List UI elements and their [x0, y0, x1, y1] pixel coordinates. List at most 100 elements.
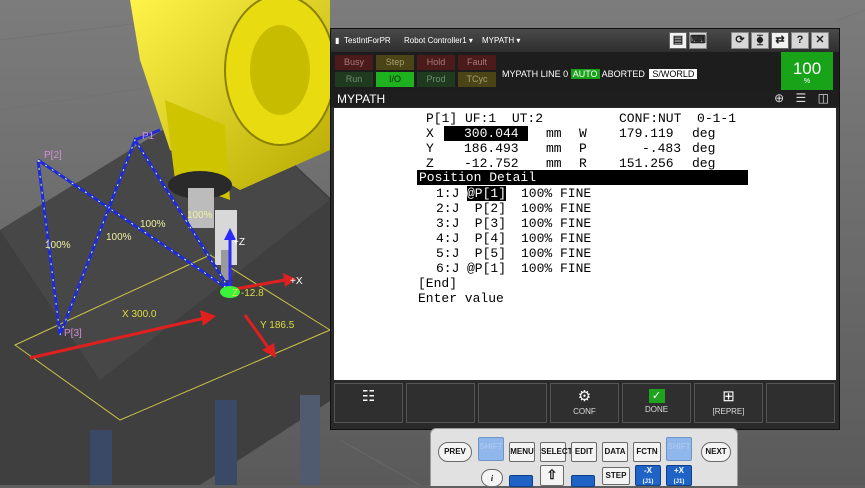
switch-icon[interactable]: ⇄ — [771, 32, 789, 49]
z-readout: Z -12.8 — [232, 288, 264, 299]
f-extra-key[interactable] — [766, 383, 835, 423]
title-bar: ▮ TestIntForPR Robot Controller1 ▾ MYPAT… — [331, 29, 839, 52]
select-key[interactable]: SELECT — [540, 442, 573, 462]
x-axis-label: +X — [290, 276, 303, 287]
prev-key[interactable]: PREV — [438, 442, 472, 462]
close-icon[interactable]: ✕ — [811, 32, 829, 49]
position-header: P[1] UF:1 UT:2 — [426, 111, 544, 126]
tp-icon: ▮ — [335, 36, 340, 45]
screen-options-icons[interactable]: ⊕ ☰ ◫ — [774, 91, 833, 105]
fctn-key[interactable]: FCTN — [633, 442, 661, 462]
end-marker: [End] — [418, 276, 458, 291]
value-field-x[interactable]: 300.044 — [444, 126, 528, 141]
screen-header: MYPATH ⊕ ☰ ◫ — [331, 90, 839, 107]
line-point: P[5] — [467, 246, 507, 261]
edit-screen: P[1] UF:1 UT:2 CONF:NUT 0-1-1 X 300.044 … — [334, 108, 836, 380]
gear-icon: ⚙ — [577, 388, 592, 405]
value-y[interactable]: 186.493 — [464, 141, 519, 156]
axis-label: R — [579, 156, 587, 171]
axis-label: Z — [426, 156, 434, 171]
position-detail-title: Position Detail — [419, 170, 537, 185]
led-busy: Busy — [335, 55, 373, 70]
jog-minus-x-sub: (J1) — [642, 479, 654, 485]
shift-right-key[interactable]: SHIFT — [666, 437, 692, 461]
line-point: @P[1] — [467, 261, 507, 276]
help-icon[interactable]: ? — [791, 32, 809, 49]
speed-override[interactable]: 100 % — [781, 52, 833, 90]
led-tcyc: TCyc — [458, 72, 496, 87]
speed-label: 100% — [106, 232, 132, 243]
value-z[interactable]: -12.752 — [464, 156, 519, 171]
unit-label: mm — [546, 141, 562, 156]
line-number: 3:J — [436, 216, 460, 231]
unit-label: mm — [546, 126, 562, 141]
checkmark-icon: ✓ — [648, 389, 665, 403]
next-key[interactable]: NEXT — [701, 442, 731, 462]
status-line: MYPATH LINE 0 AUTO ABORTED S/WORLD — [502, 69, 698, 79]
led-fault: Fault — [458, 55, 496, 70]
done-key[interactable]: ✓ DONE — [622, 383, 691, 423]
line-motion: 100% FINE — [521, 216, 592, 231]
jog-plus-x-key[interactable]: +X (J1) — [666, 465, 692, 486]
led-run: Run — [335, 72, 373, 87]
line-point: P[3] — [467, 216, 507, 231]
led-io: I/O — [376, 72, 414, 87]
controller-dropdown[interactable]: Robot Controller1 ▾ — [404, 36, 473, 45]
data-key[interactable]: DATA — [602, 442, 628, 462]
shift-left-key[interactable]: SHIFT — [478, 437, 504, 461]
value-r[interactable]: 151.256 — [619, 156, 674, 171]
unit-label: deg — [692, 156, 716, 171]
pendant-keypad: PREV SHIFT MENU SELECT EDIT DATA FCTN SH… — [430, 428, 738, 487]
info-icon[interactable]: i — [481, 469, 503, 487]
axis-label: X — [426, 126, 434, 141]
y-readout: Y 186.5 — [260, 320, 295, 331]
done-label: DONE — [644, 405, 669, 414]
speed-label: 100% — [45, 240, 71, 251]
refresh-icon[interactable]: ⟳ — [731, 32, 749, 49]
speed-label: 100% — [187, 210, 213, 221]
position-detail-bar: Position Detail — [417, 170, 748, 185]
status-bar: Busy Step Hold Fault Run I/O Prod TCyc M… — [331, 52, 839, 90]
teach-pendant-window: ▮ TestIntForPR Robot Controller1 ▾ MYPAT… — [330, 28, 840, 430]
line-point: P[4] — [467, 231, 507, 246]
run-state: ABORTED — [601, 69, 645, 79]
jog-plus-x-label: +X — [673, 466, 684, 475]
step-key[interactable]: STEP — [602, 467, 630, 485]
value-w[interactable]: 179.119 — [619, 126, 674, 141]
function-key-bar: ☷ ⚙ CONF ✓ DONE ⊞ [REPRE] — [334, 383, 836, 425]
f3-key[interactable] — [478, 383, 547, 423]
conf-key[interactable]: ⚙ CONF — [550, 383, 619, 423]
right-arrow-key[interactable] — [571, 475, 595, 487]
edit-key[interactable]: EDIT — [571, 442, 597, 462]
status-program-line: MYPATH LINE 0 — [502, 69, 569, 79]
conf-label: CONF — [573, 407, 596, 416]
point-label-p3: P[3] — [64, 328, 82, 339]
program-dropdown[interactable]: MYPATH ▾ — [482, 36, 520, 45]
pin-icon[interactable]: ⧳ — [751, 32, 769, 49]
override-unit: % — [803, 78, 811, 85]
line-motion: 100% FINE — [521, 246, 592, 261]
app-title: TestIntForPR — [344, 36, 391, 45]
frame-badge: S/WORLD — [649, 69, 698, 79]
up-arrow-icon[interactable]: ⇧ — [540, 465, 564, 486]
value-p[interactable]: -.483 — [642, 141, 681, 156]
led-prod: Prod — [417, 72, 455, 87]
repre-label: [REPRE] — [712, 407, 745, 416]
led-step: Step — [376, 55, 414, 70]
screen-title: MYPATH — [337, 92, 386, 106]
repre-key[interactable]: ⊞ [REPRE] — [694, 383, 763, 423]
screen-icon[interactable]: ▤ — [669, 32, 687, 49]
menu-key[interactable]: MENU — [509, 442, 535, 462]
jog-minus-x-key[interactable]: -X (J1) — [635, 465, 661, 486]
f2-key[interactable] — [406, 383, 475, 423]
line-motion: 100% FINE — [521, 261, 592, 276]
axis-label: W — [579, 126, 587, 141]
f1-menu-key[interactable]: ☷ — [334, 383, 403, 423]
prompt-line: Enter value — [418, 291, 504, 306]
keyboard-icon[interactable]: ⌨ — [689, 32, 707, 49]
left-arrow-key[interactable] — [509, 475, 533, 487]
unit-label: deg — [692, 126, 716, 141]
line-point-cursor[interactable]: @P[1] — [467, 186, 507, 201]
jog-minus-x-label: -X — [644, 466, 652, 475]
grid-icon: ☷ — [361, 388, 376, 405]
